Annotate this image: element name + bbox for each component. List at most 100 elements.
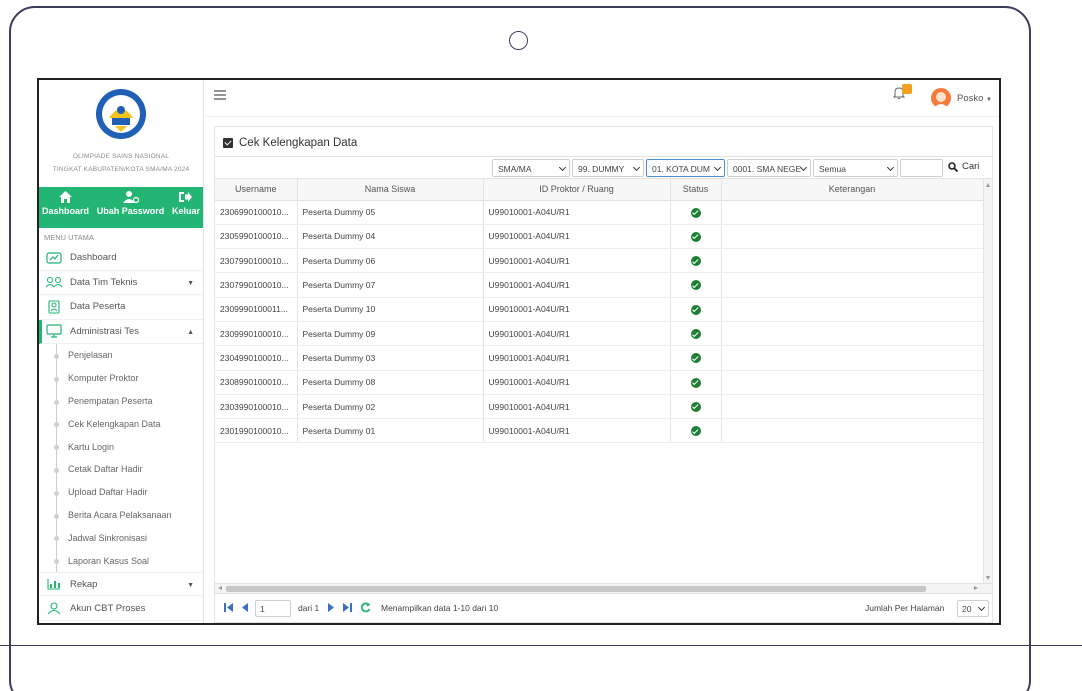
- table-row[interactable]: 2303990100010... Peserta Dummy 02 U99010…: [215, 394, 984, 420]
- table-row[interactable]: 2309990100011... Peserta Dummy 10 U99010…: [215, 297, 984, 322]
- submenu-item-penempatan-peserta[interactable]: Penempatan Peserta: [39, 390, 203, 413]
- top-bar: Posko ▼: [205, 80, 999, 117]
- sidebar-item-administrasi-tes[interactable]: Administrasi Tes ▲: [39, 319, 203, 344]
- scroll-down-icon[interactable]: [986, 576, 990, 580]
- table-row[interactable]: 2301990100010... Peserta Dummy 01 U99010…: [215, 418, 984, 444]
- submenu-item-upload-daftar-hadir[interactable]: Upload Daftar Hadir: [39, 481, 203, 504]
- check-circle-icon: [690, 207, 701, 218]
- sidebar-item-data-tim-teknis[interactable]: Data Tim Teknis ▼: [39, 271, 203, 295]
- kota-select[interactable]: 01. KOTA DUM: [646, 159, 725, 177]
- scroll-right-icon[interactable]: [974, 586, 978, 590]
- camera-icon: [509, 31, 528, 50]
- prev-page-icon[interactable]: [241, 603, 248, 612]
- table-row[interactable]: 2307990100010... Peserta Dummy 07 U99010…: [215, 272, 984, 298]
- table-row[interactable]: 2308990100010... Peserta Dummy 08 U99010…: [215, 370, 984, 395]
- menu-section-title: MENU UTAMA: [44, 233, 94, 242]
- avatar[interactable]: [931, 88, 951, 108]
- scroll-up-icon[interactable]: [986, 183, 990, 187]
- cell-status: [670, 297, 722, 322]
- vertical-scrollbar[interactable]: [983, 179, 992, 583]
- sidebar-item-data-peserta[interactable]: Data Peserta: [39, 295, 203, 320]
- refresh-icon[interactable]: [360, 602, 371, 613]
- table-row[interactable]: 2305990100010... Peserta Dummy 04 U99010…: [215, 224, 984, 250]
- jenjang-select[interactable]: SMA/MA: [492, 159, 570, 177]
- quick-keluar-label: Keluar: [171, 206, 200, 216]
- submenu-item-berita-acara[interactable]: Berita Acara Pelaksanaan: [39, 504, 203, 527]
- cell-username: 2307990100010...: [215, 248, 298, 274]
- quick-keluar-button[interactable]: Keluar: [172, 191, 200, 228]
- horizontal-scroll-thumb[interactable]: [226, 586, 926, 592]
- submenu-item-cetak-daftar-hadir[interactable]: Cetak Daftar Hadir: [39, 458, 203, 481]
- search-button-label: Cari: [962, 161, 980, 172]
- cell-keterangan: [721, 297, 984, 322]
- main-panel: Cek Kelengkapan Data SMA/MA 99. DUMMY 01…: [214, 126, 993, 623]
- quick-ubah-password-button[interactable]: Ubah Password: [97, 191, 164, 228]
- last-page-icon[interactable]: [343, 603, 352, 612]
- cell-keterangan: [721, 200, 984, 225]
- cell-status: [670, 224, 722, 250]
- search-button[interactable]: Cari: [948, 161, 979, 172]
- laptop-base: [0, 645, 1082, 646]
- kota-select-value: 01. KOTA DUM: [652, 164, 710, 174]
- user-menu[interactable]: Posko ▼: [957, 93, 992, 104]
- first-page-icon[interactable]: [224, 603, 233, 612]
- cell-status: [670, 418, 722, 444]
- hamburger-menu-icon[interactable]: [214, 90, 226, 100]
- cell-status: [670, 345, 722, 371]
- logout-icon: [179, 192, 193, 202]
- filter-bar: SMA/MA 99. DUMMY 01. KOTA DUM 0001. SMA …: [215, 156, 992, 178]
- check-circle-icon: [690, 329, 701, 339]
- cell-nama-siswa: Peserta Dummy 01: [297, 418, 484, 444]
- submenu-item-cek-kelengkapan-data[interactable]: Cek Kelengkapan Data: [39, 412, 203, 435]
- table-row[interactable]: 2309990100010... Peserta Dummy 09 U99010…: [215, 321, 984, 347]
- submenu-item-kartu-login[interactable]: Kartu Login: [39, 435, 203, 458]
- chevron-down-icon: [558, 163, 567, 172]
- cell-status: [670, 272, 722, 298]
- per-page-select[interactable]: 20: [957, 600, 989, 617]
- avatar-image-icon: [934, 92, 948, 108]
- check-circle-icon: [690, 231, 701, 242]
- submenu-item-komputer-proktor[interactable]: Komputer Proktor: [39, 367, 203, 390]
- search-input[interactable]: [900, 159, 943, 177]
- quick-dashboard-button[interactable]: Dashboard: [42, 191, 89, 228]
- table-row[interactable]: 2304990100010... Peserta Dummy 03 U99010…: [215, 345, 984, 371]
- sidebar-item-akun-cbt-proses[interactable]: Akun CBT Proses: [39, 596, 203, 621]
- column-header-id-proktor[interactable]: ID Proktor / Ruang: [483, 179, 671, 201]
- cell-id-proktor: U99010001-A04U/R1: [483, 224, 671, 250]
- cell-id-proktor: U99010001-A04U/R1: [483, 370, 671, 395]
- column-header-username[interactable]: Username: [215, 179, 298, 201]
- horizontal-scrollbar[interactable]: [215, 583, 992, 593]
- cell-nama-siswa: Peserta Dummy 02: [297, 394, 484, 420]
- column-header-keterangan[interactable]: Keterangan: [721, 179, 984, 201]
- status-select[interactable]: Semua: [813, 159, 898, 177]
- check-circle-icon: [690, 377, 701, 388]
- cell-id-proktor: U99010001-A04U/R1: [483, 200, 671, 225]
- peserta-icon: [45, 300, 63, 314]
- cell-status: [670, 248, 722, 274]
- sekolah-select[interactable]: 0001. SMA NEGE: [727, 159, 811, 177]
- per-page-value: 20: [962, 604, 972, 614]
- submenu-item-jadwal-sinkronisasi[interactable]: Jadwal Sinkronisasi: [39, 526, 203, 549]
- submenu-item-laporan-kasus-soal[interactable]: Laporan Kasus Soal: [39, 549, 203, 572]
- pagination-bar: 1 dari 1 Menampilkan data 1-10 dari 10 J…: [215, 593, 992, 623]
- sidebar-item-label: Data Peserta: [70, 301, 126, 313]
- sidebar-item-rekap[interactable]: Rekap ▼: [39, 571, 203, 597]
- table-row[interactable]: 2307990100010... Peserta Dummy 06 U99010…: [215, 248, 984, 274]
- per-page-label: Jumlah Per Halaman: [865, 603, 945, 613]
- sidebar-item-label: Akun CBT Proses: [70, 602, 146, 614]
- sidebar-item-dashboard[interactable]: Dashboard: [39, 246, 203, 271]
- submenu-item-penjelasan[interactable]: Penjelasan: [39, 344, 203, 367]
- column-header-nama-siswa[interactable]: Nama Siswa: [297, 179, 484, 201]
- next-page-icon[interactable]: [328, 603, 335, 612]
- scroll-left-icon[interactable]: [218, 586, 222, 590]
- provinsi-select[interactable]: 99. DUMMY: [572, 159, 644, 177]
- column-header-status[interactable]: Status: [670, 179, 722, 201]
- table-row[interactable]: 2306990100010... Peserta Dummy 05 U99010…: [215, 200, 984, 225]
- cell-keterangan: [721, 272, 984, 298]
- cell-keterangan: [721, 345, 984, 371]
- cell-keterangan: [721, 418, 984, 444]
- table-header-row: Username Nama Siswa ID Proktor / Ruang S…: [215, 179, 984, 201]
- caret-down-icon: ▼: [187, 581, 194, 589]
- page-number-input[interactable]: 1: [255, 600, 291, 617]
- cell-username: 2304990100010...: [215, 345, 298, 371]
